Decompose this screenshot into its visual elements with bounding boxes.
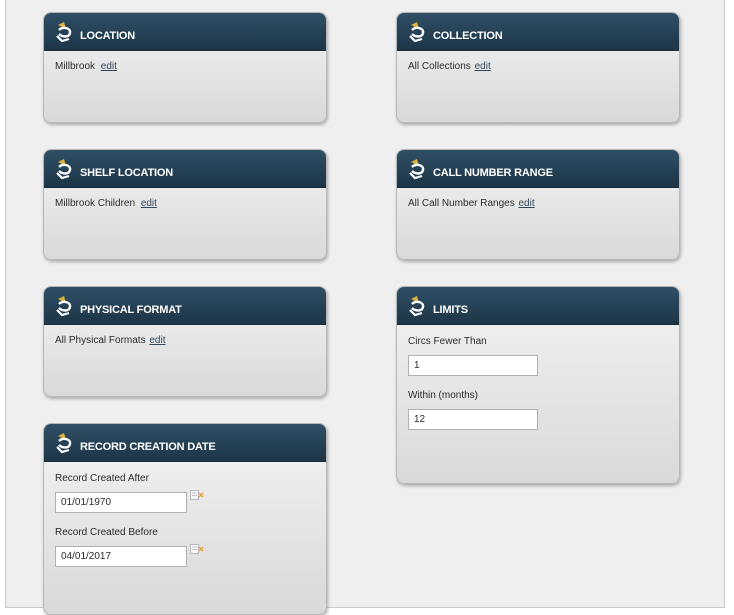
- edit-shelf-location-link[interactable]: edit: [141, 198, 157, 209]
- logo-icon: [409, 22, 425, 43]
- card-title: LIMITS: [433, 304, 468, 316]
- limits-card: LIMITS Circs Fewer Than Within (months): [396, 286, 680, 484]
- card-header: PHYSICAL FORMAT: [44, 287, 326, 325]
- logo-icon: [56, 433, 72, 454]
- logo-icon: [409, 159, 425, 180]
- card-title: PHYSICAL FORMAT: [80, 304, 182, 316]
- record-created-before-input[interactable]: [55, 546, 187, 567]
- calendar-clear-icon[interactable]: [190, 543, 204, 555]
- card-header: SHELF LOCATION: [44, 150, 326, 188]
- physical-format-card: PHYSICAL FORMAT All Physical Formats edi…: [43, 286, 327, 397]
- location-card: LOCATION Millbrook edit: [43, 12, 327, 123]
- record-created-after-input[interactable]: [55, 492, 187, 513]
- logo-icon: [56, 296, 72, 317]
- card-title: RECORD CREATION DATE: [80, 441, 216, 453]
- card-header: CALL NUMBER RANGE: [397, 150, 679, 188]
- record-created-before-label: Record Created Before: [55, 527, 158, 538]
- record-created-after-label: Record Created After: [55, 473, 149, 484]
- circs-fewer-than-input[interactable]: [408, 355, 538, 376]
- within-months-input[interactable]: [408, 409, 538, 430]
- physical-format-value: All Physical Formats: [55, 335, 146, 346]
- card-header: RECORD CREATION DATE: [44, 424, 326, 462]
- card-header: COLLECTION: [397, 13, 679, 51]
- logo-icon: [409, 296, 425, 317]
- within-months-label: Within (months): [408, 390, 479, 401]
- collection-card: COLLECTION All Collections edit: [396, 12, 680, 123]
- card-title: COLLECTION: [433, 30, 503, 42]
- collection-value: All Collections: [408, 61, 471, 72]
- logo-icon: [56, 159, 72, 180]
- card-title: SHELF LOCATION: [80, 167, 173, 179]
- edit-physical-format-link[interactable]: edit: [149, 335, 165, 346]
- location-value: Millbrook: [55, 61, 96, 72]
- circs-fewer-than-label: Circs Fewer Than: [408, 336, 487, 347]
- record-creation-date-card: RECORD CREATION DATE Record Created Afte…: [43, 423, 327, 615]
- shelf-location-value: Millbrook Children: [55, 198, 136, 209]
- card-title: CALL NUMBER RANGE: [433, 167, 553, 179]
- shelf-location-card: SHELF LOCATION Millbrook Children edit: [43, 149, 327, 260]
- card-header: LOCATION: [44, 13, 326, 51]
- calendar-clear-icon[interactable]: [190, 489, 204, 501]
- call-number-range-card: CALL NUMBER RANGE All Call Number Ranges…: [396, 149, 680, 260]
- card-header: LIMITS: [397, 287, 679, 325]
- card-title: LOCATION: [80, 30, 136, 42]
- edit-call-number-range-link[interactable]: edit: [519, 198, 535, 209]
- logo-icon: [56, 22, 72, 43]
- edit-collection-link[interactable]: edit: [475, 61, 491, 72]
- call-number-range-value: All Call Number Ranges: [408, 198, 515, 209]
- edit-location-link[interactable]: edit: [101, 61, 117, 72]
